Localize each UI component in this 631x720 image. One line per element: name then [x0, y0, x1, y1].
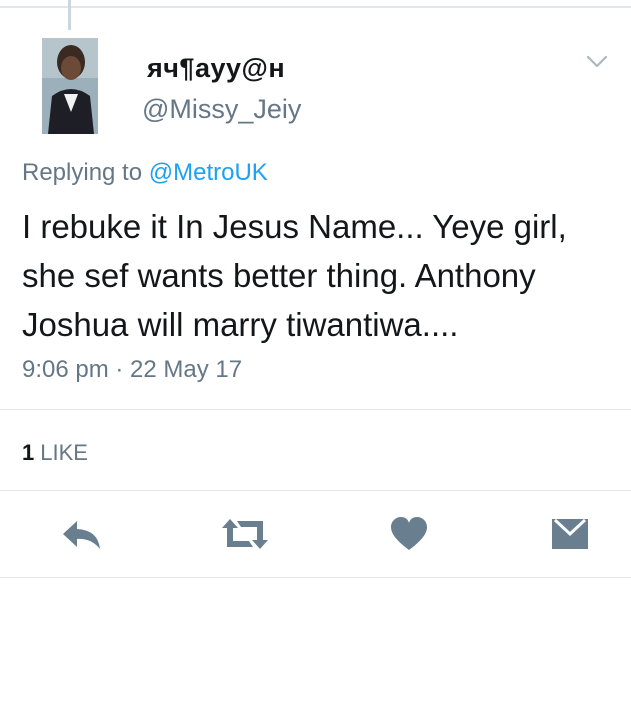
retweet-icon [222, 519, 268, 549]
reply-mention-link[interactable]: @MetroUK [149, 159, 268, 186]
display-name[interactable]: яч¶ауу@н [147, 53, 285, 84]
chevron-down-icon[interactable] [586, 54, 608, 70]
like-label: LIKE [40, 440, 88, 465]
tweet-text: I rebuke it In Jesus Name... Yeye girl, … [22, 208, 567, 343]
avatar[interactable] [42, 38, 98, 134]
replying-to: Replying to @MetroUK [22, 159, 268, 187]
like-icon [391, 517, 427, 550]
like-count: 1 [22, 440, 35, 465]
stats-divider-top [0, 409, 631, 410]
retweet-button[interactable] [219, 516, 271, 552]
action-bar-divider [0, 577, 631, 578]
reply-icon [63, 521, 100, 549]
message-icon [552, 518, 588, 549]
like-button[interactable] [389, 516, 429, 552]
stats-divider-bottom [0, 490, 631, 491]
avatar-image [42, 38, 98, 134]
user-handle[interactable]: @Missy_Jeiy [142, 94, 301, 125]
tweet-timestamp[interactable]: 9:06 pm · 22 May 17 [22, 356, 242, 384]
replying-prefix: Replying to [22, 159, 143, 186]
like-count-stat[interactable]: 1 LIKE [22, 440, 88, 466]
direct-message-button[interactable] [550, 516, 590, 552]
reply-button[interactable] [60, 516, 104, 552]
top-divider [0, 6, 631, 8]
thread-connector-line [68, 0, 71, 30]
